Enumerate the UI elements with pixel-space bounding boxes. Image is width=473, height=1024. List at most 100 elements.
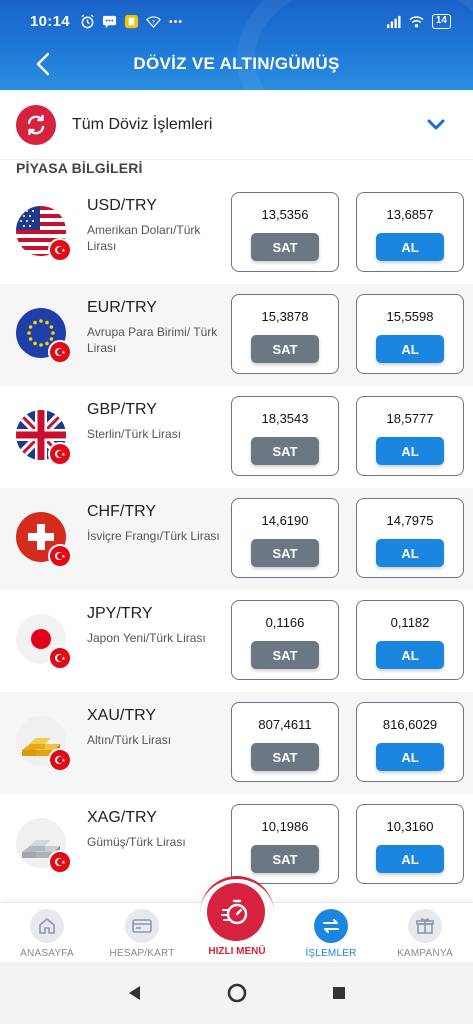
currency-pair: XAU/TRY bbox=[87, 707, 157, 724]
buy-price: 14,7975 bbox=[386, 513, 434, 528]
nav-accounts-label: HESAP/KART bbox=[109, 948, 175, 959]
sell-button[interactable]: SAT bbox=[251, 437, 319, 465]
app-notification-icon bbox=[124, 14, 138, 28]
sell-price: 0,1166 bbox=[265, 615, 305, 630]
nav-campaign-label: KAMPANYA bbox=[397, 948, 453, 959]
notification-icons: ? bbox=[80, 13, 183, 29]
section-title: PİYASA BİLGİLERİ bbox=[16, 160, 143, 176]
gift-icon bbox=[408, 909, 442, 943]
buy-price: 816,6029 bbox=[382, 717, 438, 732]
sell-price-box: 18,3543 SAT bbox=[231, 396, 339, 476]
alarm-icon bbox=[81, 13, 94, 28]
buy-price-box: 18,5777 AL bbox=[356, 396, 464, 476]
currency-description: Amerikan Doları/Türk Lirası bbox=[87, 223, 201, 253]
buy-button[interactable]: AL bbox=[376, 845, 444, 873]
system-navigation-bar bbox=[0, 962, 473, 1024]
wifi-question-icon: ? bbox=[145, 15, 161, 28]
status-time: 10:14 bbox=[30, 12, 70, 30]
turkey-flag-icon bbox=[48, 748, 72, 772]
sell-price-box: 14,6190 SAT bbox=[231, 498, 339, 578]
buy-price-box: 15,5598 AL bbox=[356, 294, 464, 374]
currency-description: Altın/Türk Lirası bbox=[87, 733, 172, 747]
sell-button[interactable]: SAT bbox=[251, 335, 319, 363]
sell-button[interactable]: SAT bbox=[251, 845, 319, 873]
buy-price: 13,6857 bbox=[386, 207, 434, 222]
buy-price: 18,5777 bbox=[386, 411, 434, 426]
buy-button[interactable]: AL bbox=[376, 233, 444, 261]
card-icon bbox=[125, 909, 159, 943]
buy-button[interactable]: AL bbox=[376, 743, 444, 771]
signal-icon bbox=[386, 15, 401, 28]
chevron-down-icon[interactable] bbox=[425, 114, 447, 136]
turkey-flag-icon bbox=[48, 850, 72, 874]
rate-row-jpy: JPY/TRY Japon Yeni/Türk Lirası 0,1166 SA… bbox=[0, 590, 473, 692]
sell-price: 14,6190 bbox=[261, 513, 309, 528]
currency-description: Japon Yeni/Türk Lirası bbox=[87, 631, 206, 645]
nav-transactions[interactable]: İŞLEMLER bbox=[286, 909, 376, 959]
currency-description: Gümüş/Türk Lirası bbox=[87, 835, 186, 849]
quick-menu-button[interactable] bbox=[200, 876, 274, 950]
buy-price-box: 0,1182 AL bbox=[356, 600, 464, 680]
home-circle-icon[interactable] bbox=[226, 982, 248, 1004]
buy-button[interactable]: AL bbox=[376, 539, 444, 567]
currency-pair: GBP/TRY bbox=[87, 401, 157, 418]
sell-price: 13,5356 bbox=[261, 207, 309, 222]
buy-price-box: 816,6029 AL bbox=[356, 702, 464, 782]
sell-price-box: 13,5356 SAT bbox=[231, 192, 339, 272]
buy-button[interactable]: AL bbox=[376, 641, 444, 669]
buy-button[interactable]: AL bbox=[376, 335, 444, 363]
currency-pair: XAG/TRY bbox=[87, 809, 157, 826]
transaction-filter-dropdown[interactable]: Tüm Döviz İşlemleri bbox=[0, 90, 473, 160]
turkey-flag-icon bbox=[48, 340, 72, 364]
nav-home-label: ANASAYFA bbox=[20, 948, 74, 959]
currency-description: İsviçre Frangı/Türk Lirası bbox=[87, 529, 220, 543]
buy-price-box: 14,7975 AL bbox=[356, 498, 464, 578]
buy-price-box: 13,6857 AL bbox=[356, 192, 464, 272]
turkey-flag-icon bbox=[48, 544, 72, 568]
sell-button[interactable]: SAT bbox=[251, 641, 319, 669]
sell-price-box: 0,1166 SAT bbox=[231, 600, 339, 680]
filter-label: Tüm Döviz İşlemleri bbox=[72, 115, 213, 133]
currency-pair: JPY/TRY bbox=[87, 605, 153, 622]
sell-button[interactable]: SAT bbox=[251, 233, 319, 261]
page-title: DÖVİZ VE ALTIN/GÜMÜŞ bbox=[133, 54, 340, 73]
currency-description: Avrupa Para Birimi/ Türk Lirası bbox=[87, 325, 218, 355]
quick-menu-label: HIZLI MENÜ bbox=[208, 946, 266, 957]
sell-button[interactable]: SAT bbox=[251, 743, 319, 771]
stopwatch-icon bbox=[207, 883, 265, 941]
turkey-flag-icon bbox=[48, 442, 72, 466]
buy-price-box: 10,3160 AL bbox=[356, 804, 464, 884]
nav-campaign[interactable]: KAMPANYA bbox=[380, 909, 470, 959]
buy-price: 10,3160 bbox=[386, 819, 434, 834]
buy-price: 0,1182 bbox=[390, 615, 430, 630]
sell-price-box: 15,3878 SAT bbox=[231, 294, 339, 374]
svg-text:?: ? bbox=[152, 18, 156, 26]
turkey-flag-icon bbox=[48, 646, 72, 670]
back-triangle-icon[interactable] bbox=[124, 982, 146, 1004]
back-arrow-icon[interactable] bbox=[30, 50, 58, 78]
nav-home[interactable]: ANASAYFA bbox=[2, 909, 92, 959]
currency-pair: USD/TRY bbox=[87, 197, 157, 214]
status-bar: 10:14 ? 14 bbox=[0, 0, 473, 42]
nav-accounts[interactable]: HESAP/KART bbox=[97, 909, 187, 959]
currency-pair: CHF/TRY bbox=[87, 503, 157, 520]
rate-row-usd: USD/TRY Amerikan Doları/Türk Lirası 13,5… bbox=[0, 182, 473, 284]
sell-price: 10,1986 bbox=[261, 819, 309, 834]
rate-row-xau: XAU/TRY Altın/Türk Lirası 807,4611 SAT 8… bbox=[0, 692, 473, 794]
rate-row-eur: EUR/TRY Avrupa Para Birimi/ Türk Lirası … bbox=[0, 284, 473, 386]
buy-price: 15,5598 bbox=[386, 309, 434, 324]
wifi-icon bbox=[409, 15, 424, 27]
more-dots-icon bbox=[169, 19, 182, 23]
recents-square-icon[interactable] bbox=[328, 982, 350, 1004]
nav-transactions-label: İŞLEMLER bbox=[305, 948, 357, 959]
rate-row-gbp: GBP/TRY Sterlin/Türk Lirası 18,3543 SAT … bbox=[0, 386, 473, 488]
exchange-cycle-icon bbox=[16, 104, 56, 145]
buy-button[interactable]: AL bbox=[376, 437, 444, 465]
message-icon bbox=[102, 15, 116, 28]
sell-price: 807,4611 bbox=[258, 717, 312, 732]
sell-button[interactable]: SAT bbox=[251, 539, 319, 567]
sell-price: 15,3878 bbox=[261, 309, 309, 324]
currency-pair: EUR/TRY bbox=[87, 299, 157, 316]
transfer-arrows-icon bbox=[314, 909, 348, 943]
app-header: 10:14 ? 14 DÖVİZ VE ALTIN/GÜMÜŞ bbox=[0, 0, 473, 90]
